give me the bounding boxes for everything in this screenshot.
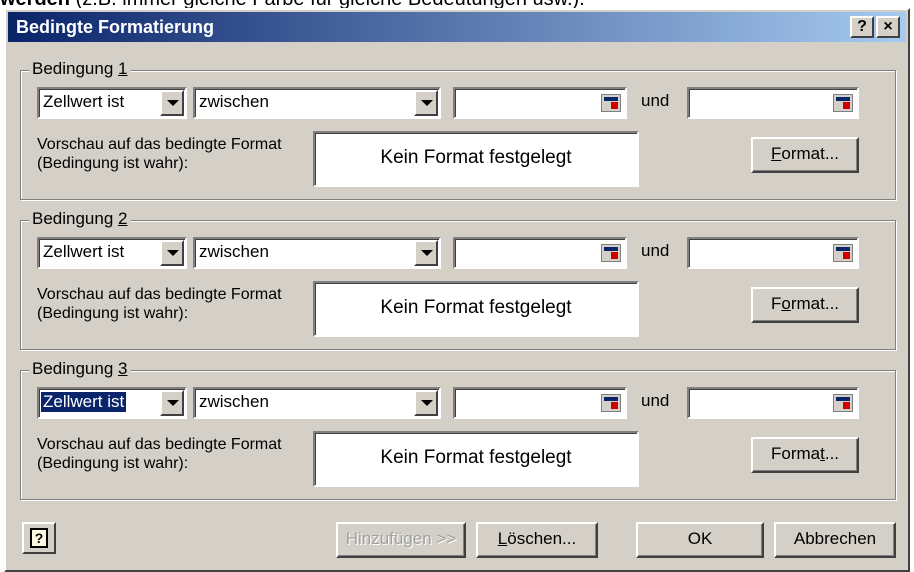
value1-input[interactable] <box>453 387 627 419</box>
condition-type-select[interactable]: Zellwert ist <box>37 387 187 419</box>
format-preview-box: Kein Format festgelegt <box>313 131 639 187</box>
dialog-title: Bedingte Formatierung <box>16 17 215 37</box>
ok-button[interactable]: OK <box>636 522 764 558</box>
format-preview-box: Kein Format festgelegt <box>313 281 639 337</box>
help-icon: ? <box>30 528 48 548</box>
chevron-down-icon[interactable] <box>414 90 438 116</box>
operator-select[interactable]: zwischen <box>193 237 441 269</box>
operator-select[interactable]: zwischen <box>193 87 441 119</box>
help-button[interactable]: ? <box>22 522 56 554</box>
condition-legend: Bedingung 3 <box>29 359 131 379</box>
operator-select[interactable]: zwischen <box>193 387 441 419</box>
condition-type-value: Zellwert ist <box>43 242 125 261</box>
condition-group-2: Bedingung 2 Zellwert ist zwischen und Vo… <box>20 209 896 350</box>
value2-input[interactable] <box>687 87 859 119</box>
format-preview-box: Kein Format festgelegt <box>313 431 639 487</box>
range-select-icon[interactable] <box>833 244 853 262</box>
range-select-icon[interactable] <box>601 394 621 412</box>
value1-input[interactable] <box>453 87 627 119</box>
condition-type-value: Zellwert ist <box>39 391 128 413</box>
condition-group-1: Bedingung 1 Zellwert ist zwischen und Vo… <box>20 59 896 200</box>
preview-label: Vorschau auf das bedingte Format (Beding… <box>37 436 282 472</box>
format-button[interactable]: Format... <box>751 137 859 173</box>
operator-value: zwischen <box>199 92 269 111</box>
add-button[interactable]: Hinzufügen >> <box>336 522 466 558</box>
condition-type-select[interactable]: Zellwert ist <box>37 237 187 269</box>
value2-input[interactable] <box>687 387 859 419</box>
condition-group-3: Bedingung 3 Zellwert ist zwischen und Vo… <box>20 359 896 500</box>
condition-type-value: Zellwert ist <box>43 92 125 111</box>
condition-legend: Bedingung 2 <box>29 209 131 229</box>
preview-label: Vorschau auf das bedingte Format (Beding… <box>37 286 282 322</box>
and-label: und <box>641 241 670 260</box>
value1-input[interactable] <box>453 237 627 269</box>
conditional-formatting-dialog: Bedingte Formatierung ? × Bedingung 1 Ze… <box>4 8 910 572</box>
format-button[interactable]: Format... <box>751 287 859 323</box>
titlebar-close-button[interactable]: × <box>876 16 900 38</box>
delete-button[interactable]: Löschen... <box>476 522 598 558</box>
range-select-icon[interactable] <box>833 94 853 112</box>
and-label: und <box>641 391 670 410</box>
question-mark-icon: ? <box>857 18 867 35</box>
operator-value: zwischen <box>199 392 269 411</box>
condition-type-select[interactable]: Zellwert ist <box>37 87 187 119</box>
condition-legend: Bedingung 1 <box>29 59 131 79</box>
chevron-down-icon[interactable] <box>160 240 184 266</box>
range-select-icon[interactable] <box>601 244 621 262</box>
range-select-icon[interactable] <box>833 394 853 412</box>
chevron-down-icon[interactable] <box>414 390 438 416</box>
range-select-icon[interactable] <box>601 94 621 112</box>
titlebar-help-button[interactable]: ? <box>850 16 874 38</box>
value2-input[interactable] <box>687 237 859 269</box>
preview-label: Vorschau auf das bedingte Format (Beding… <box>37 136 282 172</box>
chevron-down-icon[interactable] <box>414 240 438 266</box>
cancel-button[interactable]: Abbrechen <box>774 522 896 558</box>
and-label: und <box>641 91 670 110</box>
format-button[interactable]: Format... <box>751 437 859 473</box>
operator-value: zwischen <box>199 242 269 261</box>
title-bar: Bedingte Formatierung ? × <box>8 12 906 42</box>
chevron-down-icon[interactable] <box>160 90 184 116</box>
close-icon: × <box>883 18 893 35</box>
chevron-down-icon[interactable] <box>160 390 184 416</box>
